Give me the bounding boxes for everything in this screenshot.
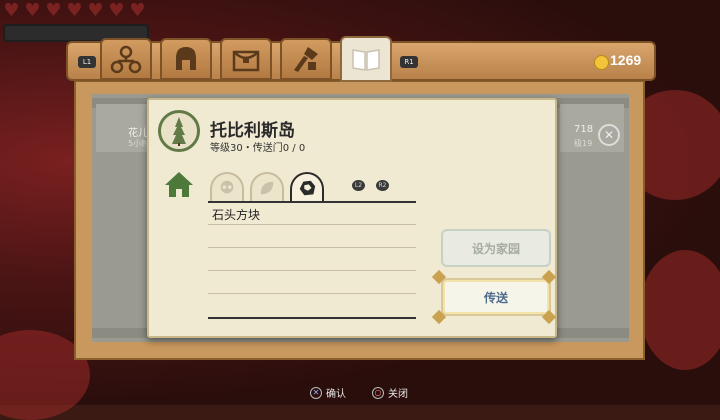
home-icon	[165, 172, 193, 197]
team-icon	[110, 45, 142, 74]
l1-button-hint: L1	[78, 56, 96, 68]
side-left-name: 花儿	[128, 128, 148, 139]
close-label: 关闭	[388, 389, 408, 400]
map-book-icon	[352, 49, 380, 71]
tab-equipment[interactable]	[160, 38, 212, 80]
bag-icon	[232, 50, 260, 72]
skull-icon	[220, 180, 234, 194]
confirm-hint[interactable]: ✕ 确认	[310, 385, 346, 400]
tools-icon	[294, 47, 318, 72]
set-home-button[interactable]: 设为家园	[441, 229, 551, 267]
category-tab-stone[interactable]	[290, 172, 324, 202]
tab-bag[interactable]	[220, 38, 272, 80]
leaf-icon	[260, 181, 274, 195]
teleport-button[interactable]: 传送	[441, 278, 551, 316]
heart-icon: ♥	[3, 0, 20, 21]
tab-team[interactable]	[100, 38, 152, 80]
helmet-icon	[176, 47, 196, 70]
confirm-label: 确认	[326, 389, 346, 400]
heart-icon: ♥	[129, 0, 146, 21]
tab-map[interactable]	[340, 36, 392, 82]
side-right-value: 718	[574, 124, 594, 135]
list-top-divider	[208, 201, 416, 203]
circle-button-icon: ○	[372, 386, 384, 399]
location-subtitle: 等级30・传送门0 / 0	[210, 143, 306, 154]
category-tab-leaf[interactable]	[250, 172, 284, 202]
money-amount: 1269	[610, 52, 642, 68]
tab-tools[interactable]	[280, 38, 332, 80]
crossed-tools-icon: ✕	[598, 124, 620, 146]
heart-icon: ♥	[108, 0, 125, 21]
side-right-detail: 级19	[574, 139, 593, 148]
list-divider	[208, 270, 416, 271]
heart-icon: ♥	[24, 0, 41, 21]
list-divider	[208, 224, 416, 225]
side-left-detail: 5小时	[128, 139, 150, 148]
heart-icon: ♥	[66, 0, 83, 21]
list-item[interactable]: 石头方块	[212, 206, 260, 223]
heart-icon: ♥	[87, 0, 104, 21]
r1-button-hint: R1	[400, 56, 418, 68]
close-hint[interactable]: ○ 关闭	[372, 385, 408, 400]
list-divider	[208, 247, 416, 248]
category-tab-skull[interactable]	[210, 172, 244, 202]
background-flower	[640, 250, 720, 370]
stone-icon	[299, 180, 316, 196]
heart-icon: ♥	[45, 0, 62, 21]
cross-button-icon: ✕	[310, 386, 322, 399]
list-divider	[208, 293, 416, 294]
r2-button-hint: R2	[376, 180, 389, 191]
l2-button-hint: L2	[352, 180, 365, 191]
location-title: 托比利斯岛	[210, 121, 295, 141]
forest-emblem-icon	[158, 110, 200, 152]
coin-icon	[594, 55, 609, 70]
list-bottom-divider	[208, 317, 416, 319]
health-hearts: ♥ ♥ ♥ ♥ ♥ ♥ ♥	[2, 0, 147, 21]
